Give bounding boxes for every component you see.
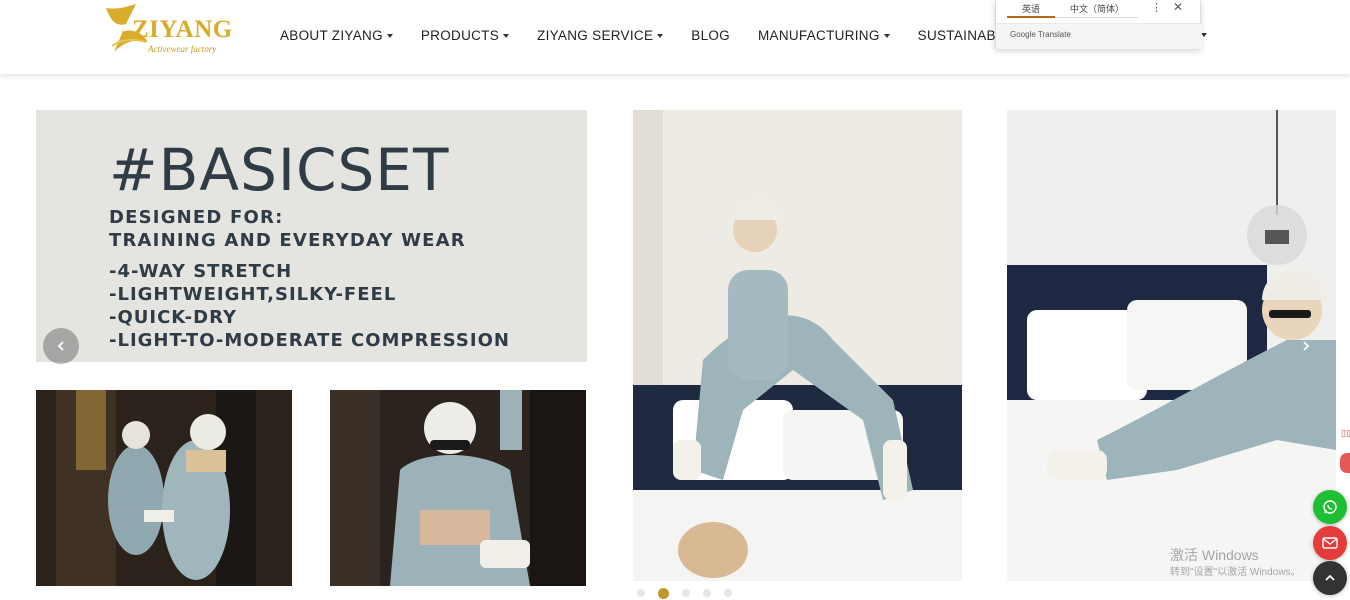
carousel-dot[interactable] — [637, 589, 645, 597]
product-photo-front[interactable] — [330, 390, 586, 586]
photo-illustration — [36, 390, 292, 586]
back-to-top-button[interactable] — [1313, 561, 1347, 595]
nav-label: ZIYANG SERVICE — [537, 27, 654, 43]
feature-item: -LIGHTWEIGHT,SILKY-FEEL — [109, 284, 397, 305]
caret-down-icon — [503, 34, 510, 38]
more-vertical-icon[interactable]: ⋮ — [1151, 1, 1162, 14]
carousel-next-button[interactable] — [1288, 328, 1324, 364]
active-tab-indicator — [1007, 16, 1055, 18]
carousel-prev-button[interactable] — [43, 328, 79, 364]
photo-illustration — [633, 110, 962, 581]
nav-blog[interactable]: BLOG — [691, 24, 730, 46]
caret-down-icon — [883, 34, 890, 38]
carousel-pagination — [637, 588, 745, 599]
ziyang-logo[interactable]: ZIYANG Activewear factory — [102, 2, 237, 58]
product-photo-lying-bed[interactable] — [1007, 110, 1336, 581]
nav-manufacturing[interactable]: MANUFACTURING — [758, 24, 890, 46]
close-icon[interactable]: ✕ — [1173, 0, 1183, 14]
email-button[interactable] — [1313, 526, 1347, 560]
nav-products[interactable]: PRODUCTS — [420, 24, 510, 46]
banner-designed-for: DESIGNED FOR: TRAINING AND EVERYDAY WEAR — [109, 206, 466, 252]
banner-features: -4-WAY STRETCH -LIGHTWEIGHT,SILKY-FEEL -… — [109, 260, 510, 352]
tab-divider — [1056, 17, 1139, 18]
carousel-dot[interactable] — [724, 589, 732, 597]
translate-footer: Google Translate — [996, 23, 1202, 49]
feature-item: -4-WAY STRETCH — [109, 261, 293, 282]
chevron-left-icon — [57, 341, 64, 351]
nav-label: ABOUT ZIYANG — [280, 27, 383, 43]
whatsapp-button[interactable] — [1313, 490, 1347, 524]
caret-down-icon — [657, 34, 664, 38]
watermark-line: 激活 Windows — [1170, 547, 1259, 563]
basicset-banner: #BASICSET DESIGNED FOR: TRAINING AND EVE… — [36, 110, 587, 362]
windows-activation-watermark: 激活 Windows 转到"设置"以激活 Windows。 — [1170, 547, 1300, 581]
nav-label: PRODUCTS — [420, 27, 500, 43]
nav-about-ziyang[interactable]: ABOUT ZIYANG — [280, 24, 393, 46]
google-translate-label: Google Translate — [1010, 30, 1071, 39]
carousel-dot[interactable] — [703, 589, 711, 597]
banner-title: #BASICSET — [109, 136, 450, 204]
page: ZIYANG Activewear factory ABOUT ZIYANG P… — [0, 0, 1350, 600]
side-chat-icon[interactable] — [1340, 453, 1350, 473]
watermark-line: 转到"设置"以激活 Windows。 — [1170, 567, 1301, 578]
google-translate-popup: 英语 中文（简体） ⋮ ✕ Google Translate — [995, 0, 1202, 49]
designed-line: TRAINING AND EVERYDAY WEAR — [109, 230, 466, 251]
mail-icon — [1322, 537, 1338, 549]
designed-line: DESIGNED FOR: — [109, 207, 284, 228]
product-photo-sitting-bed[interactable] — [633, 110, 962, 581]
carousel-dot[interactable] — [682, 589, 690, 597]
carousel-dot-active[interactable] — [658, 588, 669, 599]
photo-illustration — [330, 390, 586, 586]
main-nav: ABOUT ZIYANG PRODUCTS ZIYANG SERVICE BLO… — [266, 24, 1054, 46]
logo-tagline: Activewear factory — [148, 44, 217, 54]
photo-illustration — [1007, 110, 1336, 581]
side-widget-label[interactable]: ▯▯ — [1341, 428, 1350, 439]
whatsapp-icon — [1323, 500, 1337, 514]
feature-item: -LIGHT-TO-MODERATE COMPRESSION — [109, 330, 510, 351]
nav-label: MANUFACTURING — [757, 27, 880, 43]
chevron-up-icon — [1325, 574, 1335, 581]
nav-ziyang-service[interactable]: ZIYANG SERVICE — [537, 24, 664, 46]
translate-tab-target[interactable]: 中文（简体） — [1070, 2, 1124, 15]
chevron-right-icon — [1303, 341, 1310, 351]
feature-item: -QUICK-DRY — [109, 307, 238, 328]
translate-tab-source[interactable]: 英语 — [1022, 2, 1040, 15]
logo-text: ZIYANG — [132, 16, 233, 43]
product-photo-mirror-back[interactable] — [36, 390, 292, 586]
nav-label: BLOG — [691, 27, 730, 43]
caret-down-icon — [386, 34, 393, 38]
